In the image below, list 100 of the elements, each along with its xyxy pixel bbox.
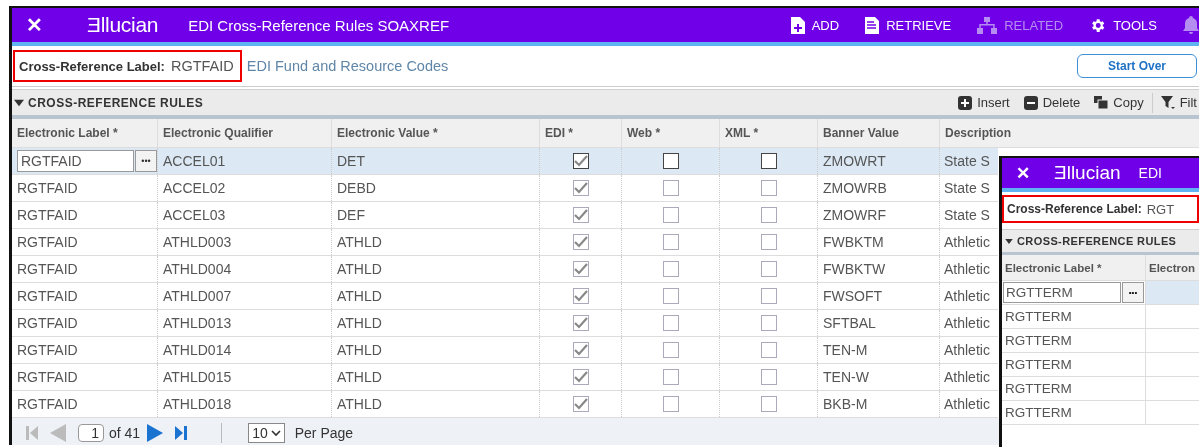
table-cell: FWSOFT	[818, 283, 940, 309]
column-header[interactable]: Electronic Qualifier	[158, 119, 332, 147]
table-row[interactable]: RGTFAID ACCEL03 DEF ZMOWRF State S	[12, 202, 998, 229]
column-header[interactable]: Banner Value	[818, 119, 940, 147]
table-cell-text: Athletic	[943, 368, 991, 387]
table-cell: ATHLD	[332, 229, 540, 255]
table-cell: ATHLD	[332, 256, 540, 282]
label-input-field[interactable]: RGTTERM	[1003, 282, 1121, 303]
header-action-button[interactable]: RETRIEVE	[865, 16, 952, 34]
column-header[interactable]: XML *	[720, 119, 818, 147]
caret-icon[interactable]	[14, 98, 24, 107]
toolbar-button[interactable]: Copy	[1094, 95, 1144, 110]
close-button[interactable]: ✕	[26, 13, 46, 37]
page-number-field[interactable]: 1	[78, 424, 104, 442]
checkbox[interactable]	[572, 342, 589, 358]
column-header[interactable]: Electronic Label *	[1002, 255, 1146, 280]
checkbox[interactable]	[760, 396, 777, 412]
checkbox[interactable]	[572, 369, 589, 385]
checkbox[interactable]	[760, 234, 777, 250]
checkbox[interactable]	[662, 153, 679, 169]
table-row[interactable]: RGTFAID ATHLD007 ATHLD FWSOFT Athletic	[12, 283, 998, 310]
per-page-label: Per Page	[294, 425, 354, 441]
toolbar-button[interactable]: Insert	[958, 95, 1010, 110]
column-header[interactable]: Web *	[622, 119, 720, 147]
table-row[interactable]: RGTTERM	[1002, 305, 1199, 329]
table-row[interactable]: RGTTERM	[1002, 353, 1199, 377]
next-page-icon[interactable]	[147, 424, 164, 442]
toolbar-button[interactable]: Filt	[1160, 95, 1197, 110]
per-page-dropdown[interactable]: 10	[248, 423, 285, 443]
column-header[interactable]: Description	[940, 119, 1199, 147]
last-page-icon[interactable]	[175, 425, 188, 441]
table-row[interactable]: RGTTERM	[1002, 377, 1199, 401]
checkbox[interactable]	[760, 261, 777, 277]
checkbox[interactable]	[572, 234, 589, 250]
checkbox[interactable]	[760, 180, 777, 196]
key-value: RGTFAID	[170, 58, 234, 74]
lookup-button[interactable]: •••	[1122, 282, 1144, 303]
checkbox[interactable]	[760, 342, 777, 358]
first-page-icon[interactable]	[26, 425, 38, 441]
table-row[interactable]: RGTFAID ACCEL02 DEBD ZMOWRB State S	[12, 175, 998, 202]
table-row[interactable]: RGTFAID ATHLD003 ATHLD FWBKTM Athletic	[12, 229, 998, 256]
table-row[interactable]: RGTTERM	[1002, 401, 1199, 425]
checkbox[interactable]	[572, 396, 589, 412]
gear-icon	[1089, 16, 1107, 34]
hierarchy-icon	[977, 16, 998, 34]
table-cell: RGTTERM	[1002, 305, 1146, 328]
key-label: Cross-Reference Label:	[1007, 202, 1142, 216]
checkbox[interactable]	[662, 342, 679, 358]
table-row[interactable]: RGTFAID ATHLD014 ATHLD TEN-M Athletic	[12, 337, 998, 364]
checkbox[interactable]	[662, 180, 679, 196]
section-title: CROSS-REFERENCE RULES	[28, 95, 204, 110]
header-action-button[interactable]: ADD	[790, 16, 840, 34]
lookup-button[interactable]: •••	[135, 150, 157, 172]
table-row[interactable]: RGTFAID ATHLD013 ATHLD SFTBAL Athletic	[12, 310, 998, 337]
column-header[interactable]: Electronic Label *	[12, 119, 158, 147]
table-cell: FWBKTW	[818, 256, 940, 282]
page-count: of 41	[109, 425, 141, 441]
table-cell-text: Athletic	[943, 341, 991, 360]
table-cell: TEN-M	[818, 337, 940, 363]
checkbox[interactable]	[572, 261, 589, 277]
start-over-button[interactable]: Start Over	[1077, 54, 1197, 78]
copy-icon	[1094, 96, 1109, 109]
checkbox[interactable]	[662, 396, 679, 412]
checkbox[interactable]	[662, 369, 679, 385]
checkbox[interactable]	[760, 153, 777, 169]
table-row[interactable]: RGTFAID ••• ACCEL01 DET ZMOWRT State S	[12, 148, 998, 175]
table-cell-text: Athletic	[943, 287, 991, 306]
caret-icon[interactable]	[1005, 238, 1013, 244]
checkbox[interactable]	[662, 315, 679, 331]
checkbox[interactable]	[662, 288, 679, 304]
checkbox[interactable]	[662, 207, 679, 223]
checkbox[interactable]	[572, 153, 589, 169]
checkbox[interactable]	[572, 207, 589, 223]
checkbox[interactable]	[760, 315, 777, 331]
bell-icon[interactable]	[1183, 16, 1199, 34]
table-cell: RGTTERM	[1002, 329, 1146, 352]
checkbox[interactable]	[572, 288, 589, 304]
table-cell: ATHLD015	[158, 364, 332, 390]
table-row[interactable]: RGTTERM •••	[1002, 281, 1199, 305]
header-action-button[interactable]: TOOLS	[1089, 16, 1157, 34]
checkbox[interactable]	[662, 234, 679, 250]
table-row[interactable]: RGTFAID ATHLD004 ATHLD FWBKTW Athletic	[12, 256, 998, 283]
close-button[interactable]: ✕	[1016, 162, 1030, 184]
table-cell: ACCEL03	[158, 202, 332, 228]
checkbox[interactable]	[760, 369, 777, 385]
column-header[interactable]: Electronic Value *	[332, 119, 540, 147]
previous-page-icon[interactable]	[50, 424, 66, 442]
table-cell: RGTFAID	[12, 391, 158, 417]
checkbox[interactable]	[760, 288, 777, 304]
table-row[interactable]: RGTTERM	[1002, 329, 1199, 353]
label-input-field[interactable]: RGTFAID	[17, 150, 134, 172]
checkbox[interactable]	[662, 261, 679, 277]
toolbar-button[interactable]: Delete	[1023, 95, 1081, 110]
checkbox[interactable]	[760, 207, 777, 223]
column-header[interactable]: EDI *	[540, 119, 622, 147]
checkbox[interactable]	[572, 315, 589, 331]
table-cell: FWBKTM	[818, 229, 940, 255]
table-row[interactable]: RGTFAID ATHLD015 ATHLD TEN-W Athletic	[12, 364, 998, 391]
column-header[interactable]: Electron	[1146, 255, 1199, 280]
checkbox[interactable]	[572, 180, 589, 196]
